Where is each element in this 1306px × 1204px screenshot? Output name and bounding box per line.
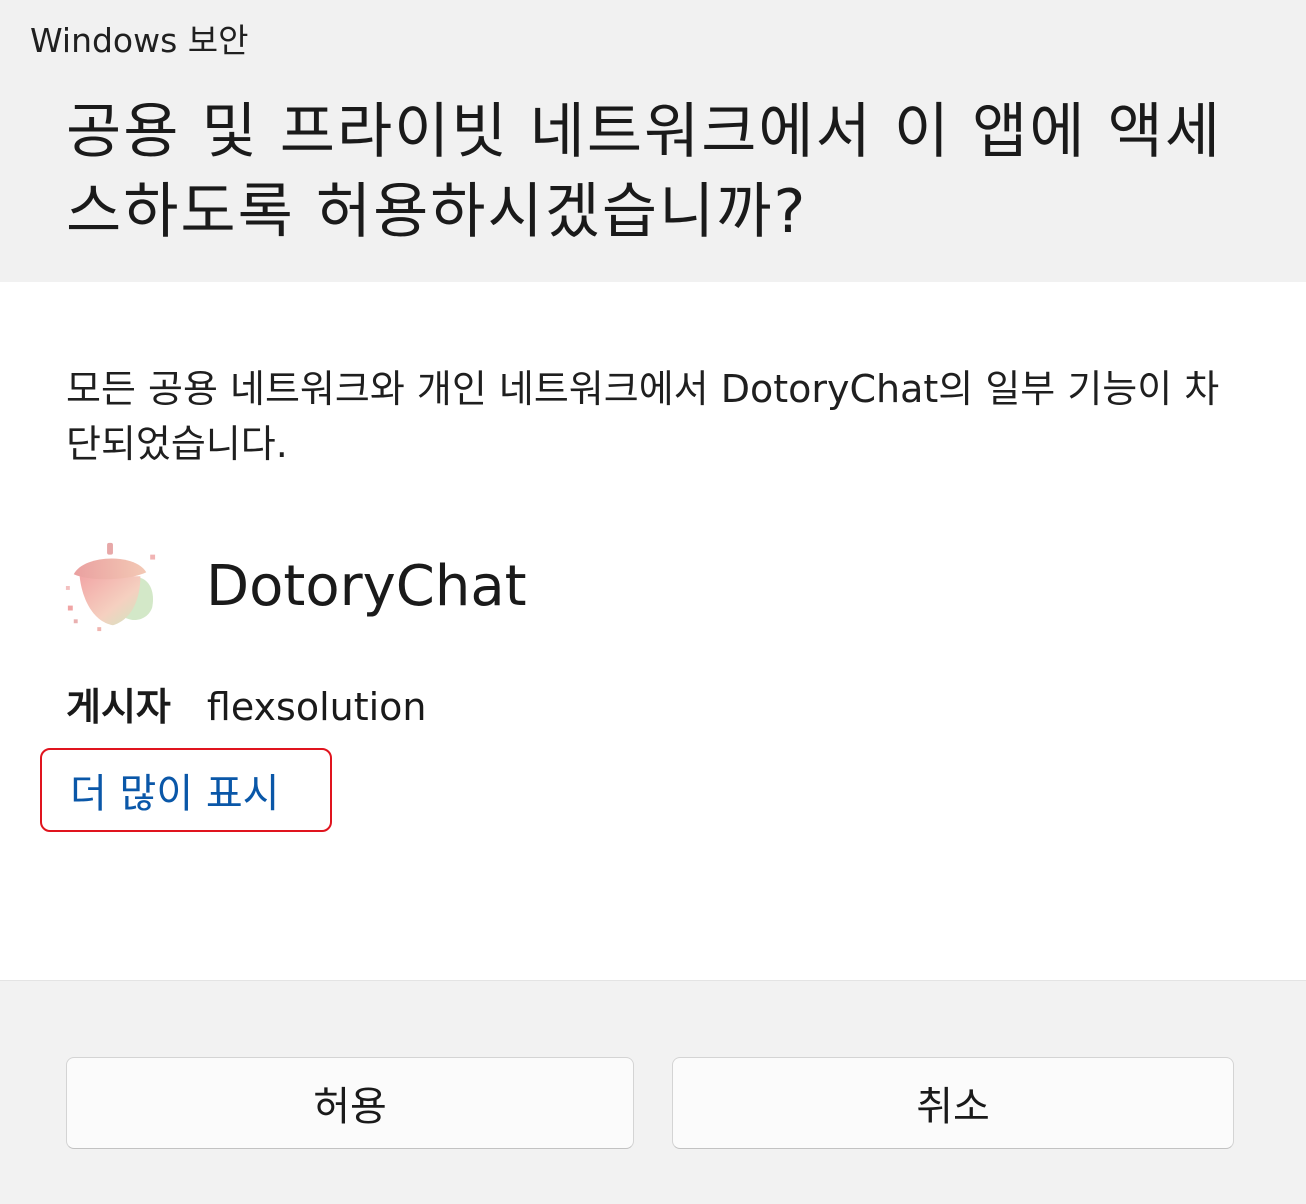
dialog-content: 모든 공용 네트워크와 개인 네트워크에서 DotoryChat의 일부 기능이…: [0, 282, 1306, 980]
cancel-button[interactable]: 취소: [672, 1057, 1234, 1149]
app-info: DotoryChat: [62, 536, 527, 636]
dialog-header: Windows 보안 공용 및 프라이빗 네트워크에서 이 앱에 액세스하도록 …: [0, 0, 1306, 282]
publisher-value: flexsolution: [206, 685, 427, 729]
publisher-row: 게시자 flexsolution: [66, 676, 427, 731]
app-name: DotoryChat: [206, 553, 527, 619]
acorn-icon: [65, 542, 156, 632]
dialog-headline: 공용 및 프라이빗 네트워크에서 이 앱에 액세스하도록 허용하시겠습니까?: [66, 97, 1223, 247]
allow-button[interactable]: 허용: [66, 1057, 634, 1149]
publisher-label: 게시자: [66, 685, 171, 729]
blocked-description: 모든 공용 네트워크와 개인 네트워크에서 DotoryChat의 일부 기능이…: [66, 367, 1220, 466]
dialog-footer: 허용 취소: [0, 980, 1306, 1204]
show-more-link[interactable]: 더 많이 표시: [40, 748, 332, 832]
window-title: Windows 보안: [30, 21, 249, 60]
